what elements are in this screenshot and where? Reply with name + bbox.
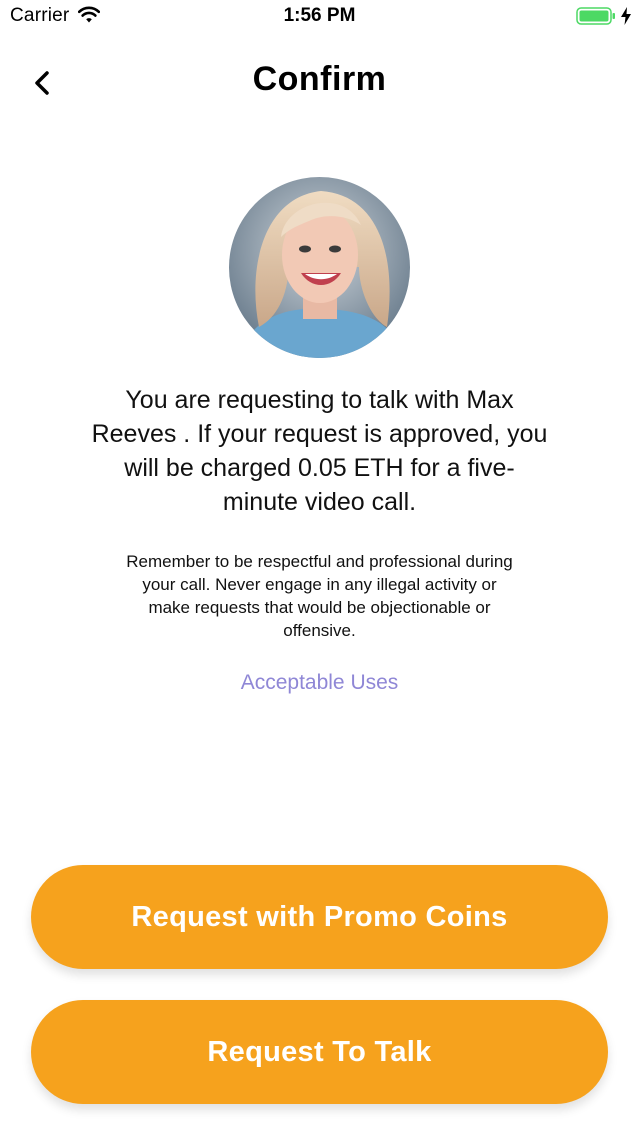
acceptable-uses-link[interactable]: Acceptable Uses: [0, 671, 639, 695]
page-title: Confirm: [252, 60, 387, 98]
status-bar: Carrier 1:56 PM: [0, 0, 639, 34]
profile-photo: [229, 177, 410, 358]
status-time: 1:56 PM: [283, 5, 356, 26]
request-with-promo-coins-button[interactable]: Request with Promo Coins: [31, 865, 608, 969]
avatar: [229, 177, 410, 358]
charging-icon: [621, 7, 631, 25]
request-message: You are requesting to talk with Max Reev…: [91, 386, 548, 516]
conduct-note: Remember to be respectful and profession…: [126, 552, 513, 640]
request-to-talk-button[interactable]: Request To Talk: [31, 1000, 608, 1104]
battery-icon: [576, 7, 615, 25]
nav-bar: Confirm: [0, 50, 639, 110]
